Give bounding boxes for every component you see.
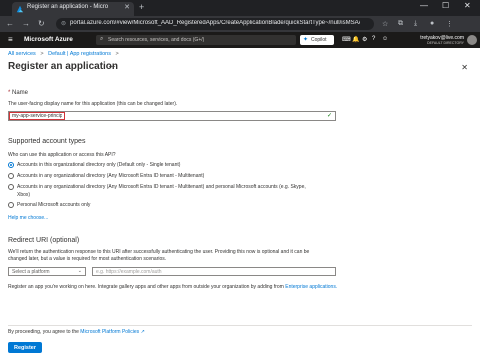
search-placeholder: Search resources, services, and docs (G+… — [108, 37, 205, 43]
policy-text: By proceeding, you agree to the — [8, 329, 79, 335]
radio-label: Personal Microsoft accounts only — [17, 202, 91, 208]
browser-tab-bar: Register an application - Micro ✕ + — ☐ … — [0, 0, 480, 16]
name-input[interactable] — [9, 112, 65, 120]
account-types-question: Who can use this application or access t… — [8, 152, 116, 158]
site-info-icon[interactable]: ⊜ — [61, 20, 66, 27]
platform-policies-link[interactable]: Microsoft Platform Policies — [80, 329, 139, 335]
azure-header: ≡ Microsoft Azure ⌕ Search resources, se… — [0, 32, 480, 48]
name-label: * Name — [8, 90, 28, 96]
search-icon: ⌕ — [100, 36, 104, 42]
close-blade-icon[interactable]: ✕ — [461, 63, 468, 72]
radio[interactable] — [8, 173, 14, 179]
minimize-icon[interactable]: — — [420, 1, 428, 10]
new-tab-icon[interactable]: + — [139, 2, 144, 12]
copilot-icon: ✦ — [303, 37, 309, 43]
breadcrumb: All services > Default | App registratio… — [8, 51, 122, 57]
valid-check-icon: ✓ — [326, 113, 332, 119]
radio-label: Accounts in any organizational directory… — [17, 184, 306, 190]
help-icon[interactable]: ? — [372, 36, 375, 42]
back-icon[interactable]: ← — [6, 19, 14, 28]
browser-tab[interactable]: Register an application - Micro ✕ — [12, 2, 134, 16]
page-title: Register an application — [8, 61, 119, 72]
browser-tab-title: Register an application - Micro — [27, 4, 109, 10]
tab-close-icon[interactable]: ✕ — [124, 3, 130, 11]
url-bar[interactable]: ⊜ portal.azure.com/#view/Microsoft_AAD_R… — [56, 18, 374, 30]
more-options-icon[interactable]: ··· — [108, 62, 116, 71]
redirect-description-line2: changed later, but a value is required f… — [8, 256, 167, 262]
window-close-icon[interactable]: ✕ — [464, 1, 471, 10]
radio-label: Accounts in this organizational director… — [17, 162, 181, 168]
account-directory: DEFAULT DIRECTORY — [427, 41, 464, 45]
gallery-note-text: Register an app you're working on here. … — [8, 284, 284, 290]
name-description: The user-facing display name for this ap… — [8, 101, 178, 107]
name-field[interactable]: ✓ — [8, 111, 336, 121]
extensions-icon[interactable]: ⧉ — [398, 20, 403, 28]
azure-brand[interactable]: Microsoft Azure — [24, 36, 73, 43]
breadcrumb-separator: > — [115, 51, 119, 57]
page-content: All services > Default | App registratio… — [0, 48, 480, 360]
copilot-button[interactable]: ✦ Copilot — [300, 35, 334, 45]
breadcrumb-app-registrations[interactable]: Default | App registrations — [48, 51, 111, 57]
external-link-icon: ↗ — [140, 329, 145, 335]
forward-icon[interactable]: → — [22, 19, 30, 28]
name-label-text: Name — [12, 90, 29, 96]
bookmark-star-icon[interactable]: ☆ — [382, 20, 388, 28]
cloud-shell-icon[interactable]: ⌨ — [342, 36, 351, 43]
radio[interactable] — [8, 202, 14, 208]
footer-divider — [8, 325, 472, 326]
url-text: portal.azure.com/#view/Microsoft_AAD_Reg… — [70, 20, 360, 26]
platform-select-value: Select a platform — [12, 269, 50, 275]
downloads-icon[interactable]: ⤓ — [414, 20, 417, 28]
gallery-note: Register an app you're working on here. … — [8, 284, 337, 291]
radio-label: Accounts in any organizational directory… — [17, 173, 205, 179]
avatar — [467, 35, 477, 45]
redirect-description-line1: We'll return the authentication response… — [8, 249, 310, 255]
redirect-uri-input[interactable] — [92, 267, 336, 276]
policy-notice: By proceeding, you agree to the Microsof… — [8, 329, 145, 335]
radio-selected[interactable] — [8, 162, 14, 168]
breadcrumb-separator: > — [40, 51, 44, 57]
reload-icon[interactable]: ↻ — [38, 19, 45, 28]
radio-label-continued: Xbox) — [17, 192, 31, 198]
breadcrumb-all-services[interactable]: All services — [8, 51, 36, 57]
settings-gear-icon[interactable]: ⚙ — [362, 36, 367, 43]
enterprise-applications-link[interactable]: Enterprise applications. — [285, 284, 337, 290]
portal-menu-icon[interactable]: ≡ — [8, 35, 13, 44]
browser-menu-icon[interactable]: ⋮ — [446, 20, 453, 28]
radio[interactable] — [8, 184, 14, 190]
azure-logo-icon — [16, 5, 24, 13]
redirect-uri-title: Redirect URI (optional) — [8, 237, 80, 244]
chevron-down-icon: ⌄ — [77, 268, 82, 274]
maximize-icon[interactable]: ☐ — [442, 1, 449, 10]
copilot-label: Copilot — [311, 37, 327, 43]
notifications-icon[interactable]: 🔔 — [352, 36, 359, 43]
register-button[interactable]: Register — [8, 342, 42, 353]
profile-icon[interactable]: ● — [430, 20, 434, 27]
browser-address-bar: ← → ↻ ⊜ portal.azure.com/#view/Microsoft… — [0, 16, 480, 32]
global-search-input[interactable]: ⌕ Search resources, services, and docs (… — [96, 35, 296, 45]
feedback-icon[interactable]: ☺ — [382, 36, 388, 42]
platform-select[interactable]: Select a platform ⌄ — [8, 267, 86, 276]
account-types-title: Supported account types — [8, 138, 86, 145]
help-me-choose-link[interactable]: Help me choose... — [8, 215, 48, 221]
